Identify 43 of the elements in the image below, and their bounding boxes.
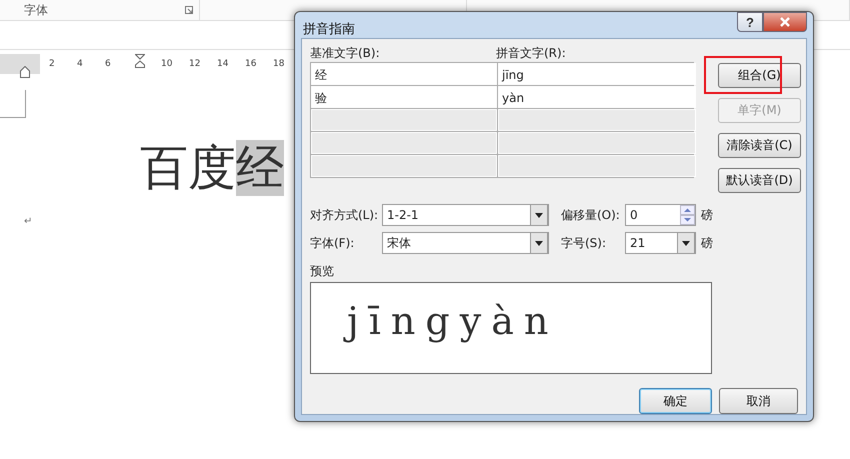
option-label: 字体(F): [310, 234, 356, 252]
pinyin-field[interactable]: yàn [498, 86, 696, 108]
combo-box[interactable]: 1-2-1 [382, 204, 549, 226]
ok-button[interactable]: 确定 [639, 388, 712, 414]
unit-label: 磅 [700, 234, 714, 252]
ruler-number: 6 [105, 58, 112, 71]
column-header: 基准文字(B): [310, 44, 381, 62]
close-icon[interactable] [779, 17, 791, 27]
ruler-number: 4 [77, 58, 84, 71]
ruler-number: 18 [273, 58, 286, 71]
document-text: 百度 [140, 140, 236, 196]
unit-label: 磅 [700, 206, 714, 224]
help-button[interactable]: ? [737, 12, 763, 32]
indent-marker-icon[interactable] [135, 54, 145, 68]
spin-field[interactable]: 0 [625, 204, 696, 226]
option-label: 字号(S): [560, 234, 608, 252]
group-label: 字体 [24, 2, 48, 18]
dialog-button[interactable]: 默认读音(D) [718, 168, 801, 193]
column-header: 拼音文字(R): [496, 44, 567, 62]
dialog-launcher-icon[interactable] [185, 6, 193, 14]
close-button[interactable] [763, 12, 807, 32]
ruler-number: 10 [161, 58, 174, 71]
base-text-field[interactable]: 经 [311, 63, 497, 85]
preview-label: 预览 [310, 263, 335, 280]
cancel-button[interactable]: 取消 [719, 388, 798, 414]
paragraph-mark: ↵ [24, 216, 34, 227]
ruler-number: 16 [245, 58, 258, 71]
ruler-number: 14 [217, 58, 230, 71]
spin-arrows-icon[interactable] [680, 205, 695, 225]
ruler-number: 12 [189, 58, 202, 71]
ruler-margin [0, 54, 40, 74]
margin-corner-icon [0, 90, 26, 118]
selected-text: 经 [236, 140, 284, 196]
option-label: 对齐方式(L): [310, 206, 380, 224]
dialog-button[interactable]: 清除读音(C) [718, 133, 801, 158]
pinyin-field[interactable]: jīng [498, 63, 696, 85]
base-text-field[interactable]: 验 [311, 86, 497, 108]
ruler-number: 2 [49, 58, 56, 71]
dialog-button[interactable]: 组合(G) [718, 63, 801, 88]
dialog-title: 拼音指南 [303, 21, 355, 38]
option-label: 偏移量(O): [560, 206, 621, 224]
combo-box[interactable]: 21 [625, 232, 696, 254]
combo-box[interactable]: 宋体 [382, 232, 549, 254]
